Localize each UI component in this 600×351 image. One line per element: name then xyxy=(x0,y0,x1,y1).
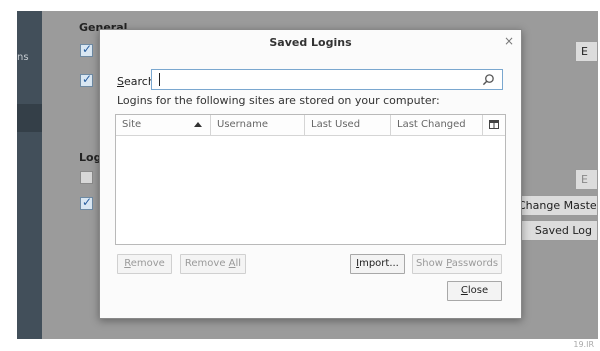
logins-checkbox-2[interactable] xyxy=(80,195,93,210)
remove-button[interactable]: Remove xyxy=(117,254,172,274)
dialog-title: Saved Logins xyxy=(269,36,352,49)
accesskey: A xyxy=(228,258,236,269)
accesskey: C xyxy=(460,285,468,296)
button-label: asswords xyxy=(451,258,499,269)
import-button[interactable]: Import... xyxy=(350,254,405,274)
saved-logins-button[interactable]: Saved Log xyxy=(520,220,598,241)
button-label: mport... xyxy=(359,258,399,269)
search-input[interactable] xyxy=(151,69,503,90)
watermark: 19.IR xyxy=(573,340,594,349)
column-picker-button[interactable] xyxy=(483,115,505,135)
table-header: Site Username Last Used Last Changed xyxy=(116,115,505,136)
button-label: ll xyxy=(235,258,242,269)
column-header-label: Username xyxy=(217,119,268,130)
button-label: Remove xyxy=(184,258,229,269)
button-label: lose xyxy=(467,285,489,296)
column-picker-icon xyxy=(489,120,499,129)
close-button[interactable]: Close xyxy=(447,281,502,301)
sidebar-item-label: ns xyxy=(17,52,29,63)
general-checkbox-1[interactable] xyxy=(80,42,93,57)
show-passwords-button[interactable]: Show Passwords xyxy=(412,254,502,274)
general-checkbox-2[interactable] xyxy=(80,72,93,87)
remove-all-button[interactable]: Remove All xyxy=(180,254,246,274)
info-text: Logins for the following sites are store… xyxy=(117,94,440,107)
column-header-label: Last Used xyxy=(311,119,361,130)
exceptions-button-logins[interactable]: E xyxy=(575,169,598,190)
search-icon[interactable] xyxy=(482,73,495,86)
column-header-username[interactable]: Username xyxy=(211,115,305,135)
logins-table[interactable]: Site Username Last Used Last Changed xyxy=(115,114,506,245)
column-header-label: Last Changed xyxy=(397,119,466,130)
exceptions-button-top[interactable]: E xyxy=(575,41,598,62)
column-header-last-changed[interactable]: Last Changed xyxy=(391,115,483,135)
button-label: Show xyxy=(415,258,447,269)
column-header-label: Site xyxy=(122,119,142,130)
close-icon[interactable]: × xyxy=(503,35,515,47)
change-master-password-button[interactable]: Change Master xyxy=(512,195,598,216)
column-header-site[interactable]: Site xyxy=(116,115,211,135)
button-label: emove xyxy=(130,258,165,269)
column-header-last-used[interactable]: Last Used xyxy=(305,115,391,135)
text-cursor xyxy=(159,73,160,86)
search-label-accesskey: S xyxy=(117,75,124,88)
sidebar-selected-item[interactable] xyxy=(17,104,42,132)
logins-checkbox-1[interactable] xyxy=(80,171,93,184)
sort-ascending-icon xyxy=(194,122,202,127)
saved-logins-dialog: Saved Logins × Search: Logins for the fo… xyxy=(99,29,522,319)
